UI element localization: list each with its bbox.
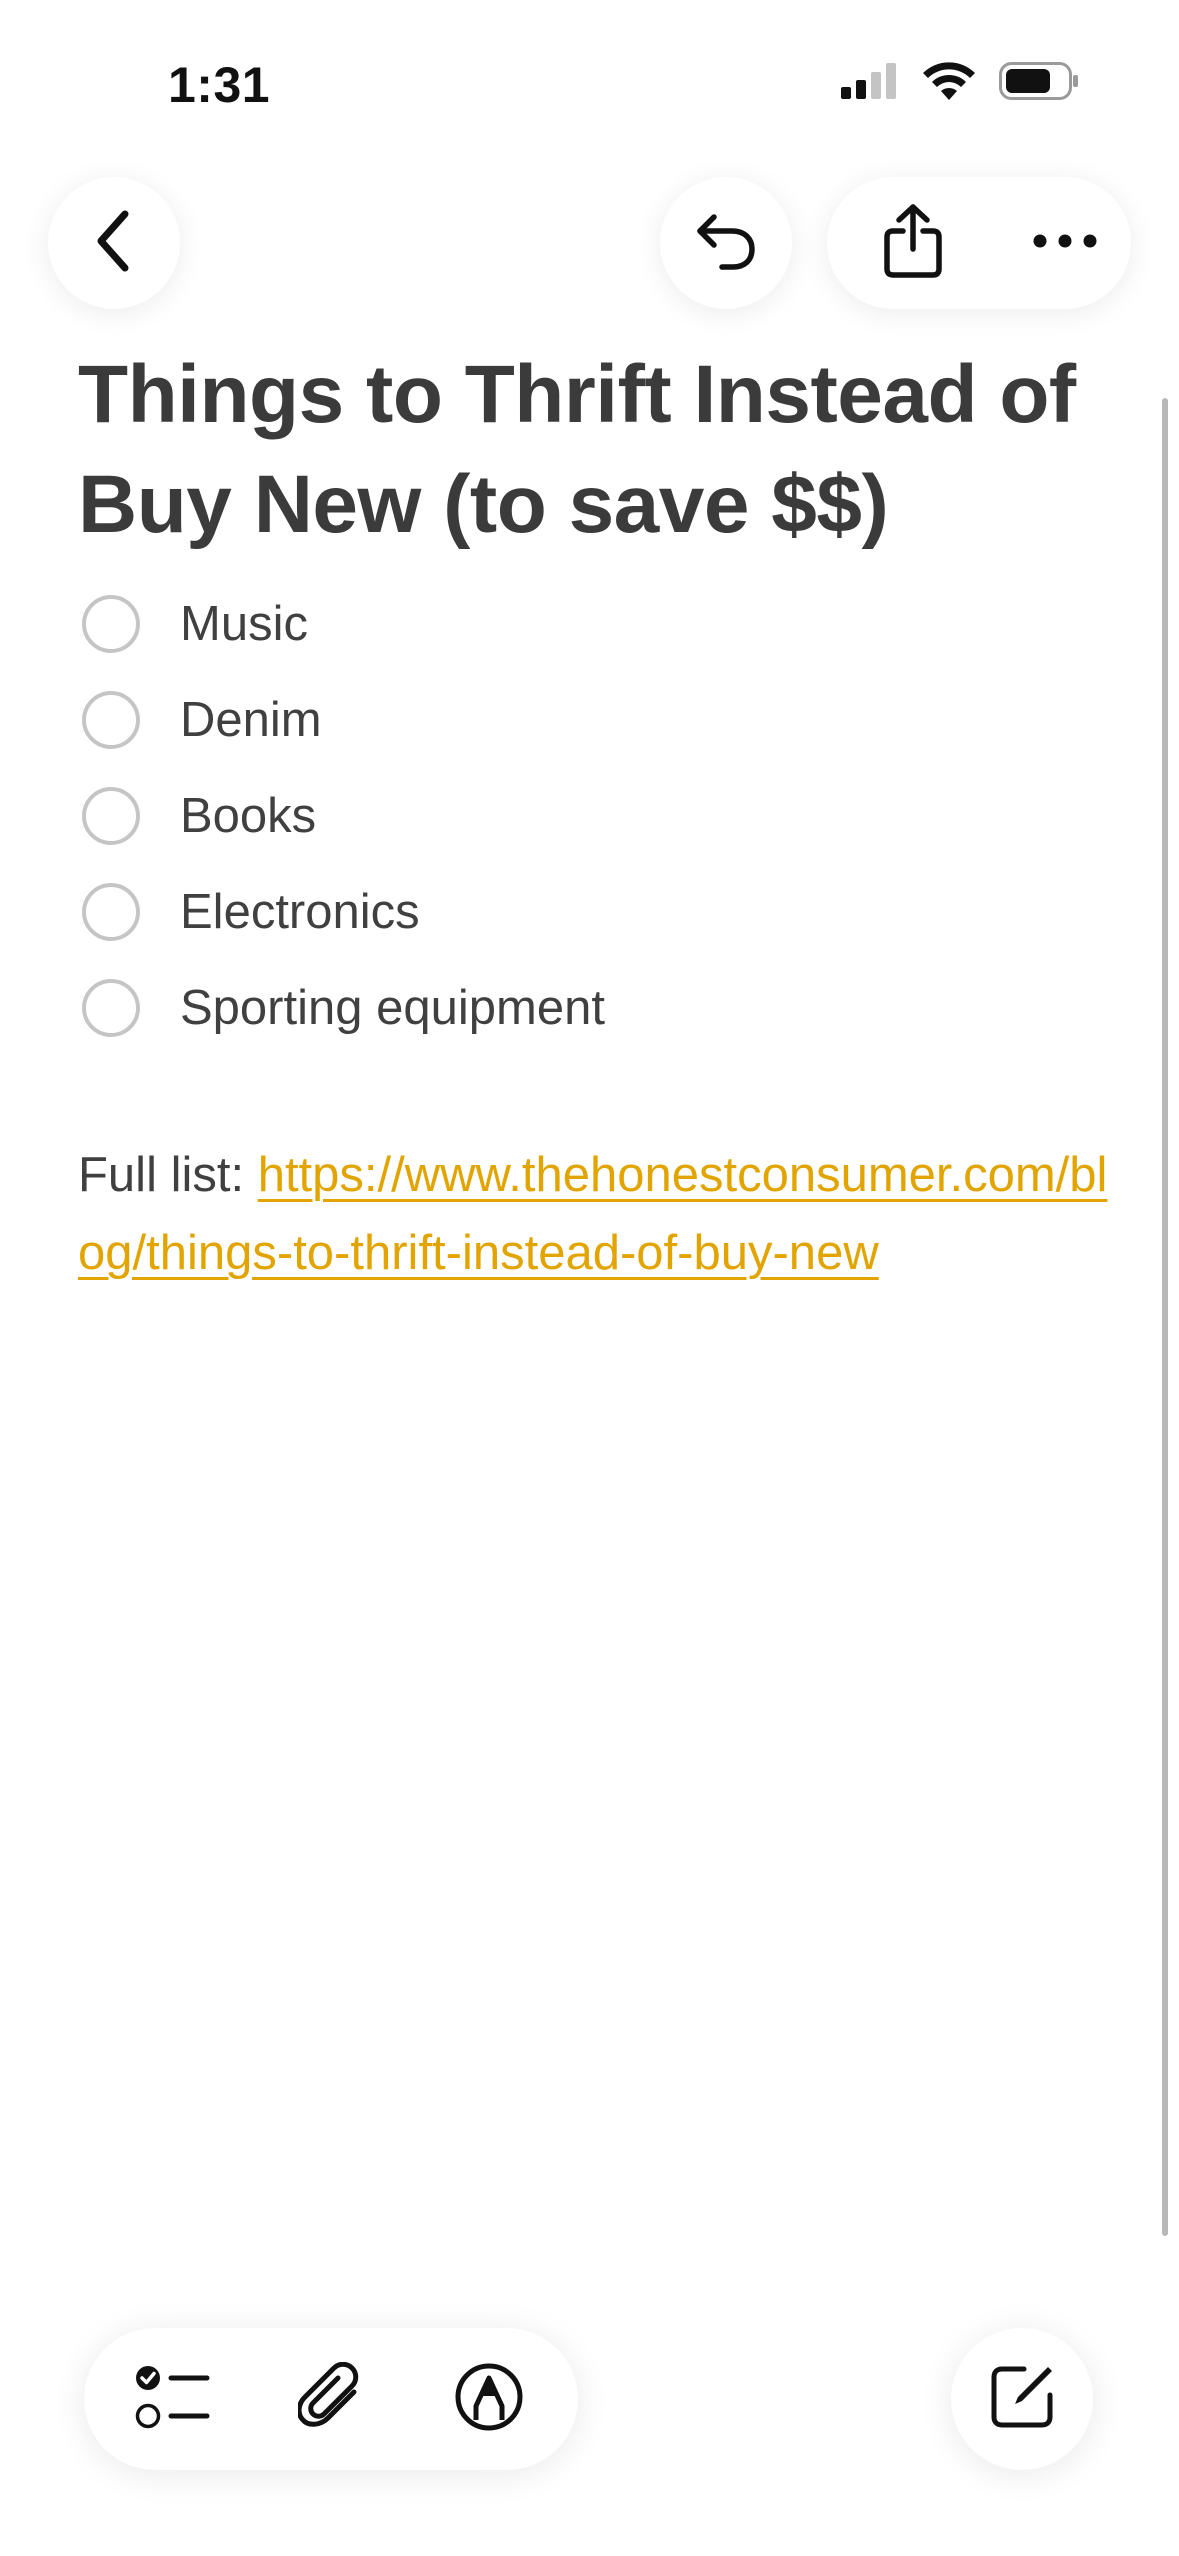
note-actions-group — [827, 177, 1131, 309]
compose-icon — [988, 2363, 1056, 2436]
status-bar: 1:31 — [0, 0, 1179, 170]
checkbox-circle-icon[interactable] — [82, 691, 140, 749]
checklist-icon — [135, 2364, 211, 2435]
ellipsis-icon — [1032, 233, 1098, 254]
checklist: Music Denim Books Electronics Sporting e… — [78, 576, 1078, 1056]
full-list-prefix: Full list: — [78, 1148, 258, 1202]
paperclip-icon — [296, 2361, 364, 2437]
checkbox-circle-icon[interactable] — [82, 595, 140, 653]
note-title[interactable]: Things to Thrift Instead of Buy New (to … — [78, 340, 1138, 560]
scroll-indicator[interactable] — [1162, 398, 1168, 2236]
checklist-item[interactable]: Electronics — [78, 864, 1078, 960]
checkbox-circle-icon[interactable] — [82, 883, 140, 941]
undo-icon — [692, 209, 760, 278]
checklist-item-label: Electronics — [180, 885, 420, 939]
share-button[interactable] — [847, 177, 979, 309]
markup-pen-icon — [454, 2362, 524, 2437]
checkbox-circle-icon[interactable] — [82, 787, 140, 845]
checklist-item-label: Books — [180, 789, 317, 843]
checklist-item-label: Sporting equipment — [180, 981, 605, 1035]
checklist-item[interactable]: Denim — [78, 672, 1078, 768]
back-button[interactable] — [48, 177, 180, 309]
battery-icon — [999, 62, 1079, 105]
full-list-paragraph: Full list: https://www.thehonestconsumer… — [78, 1136, 1118, 1292]
chevron-left-icon — [89, 206, 139, 281]
status-time: 1:31 — [168, 57, 271, 113]
checklist-item-label: Denim — [180, 693, 322, 747]
checklist-button[interactable] — [102, 2328, 244, 2470]
markup-button[interactable] — [418, 2328, 560, 2470]
bottom-toolbar — [84, 2328, 578, 2470]
checklist-item[interactable]: Books — [78, 768, 1078, 864]
checkbox-circle-icon[interactable] — [82, 979, 140, 1037]
cellular-signal-icon — [839, 63, 899, 104]
compose-button[interactable] — [951, 2328, 1093, 2470]
share-icon — [881, 203, 945, 284]
wifi-icon — [923, 62, 975, 105]
undo-button[interactable] — [660, 177, 792, 309]
attachment-button[interactable] — [260, 2328, 402, 2470]
more-button[interactable] — [999, 177, 1131, 309]
checklist-item[interactable]: Music — [78, 576, 1078, 672]
status-icons — [839, 62, 1079, 105]
checklist-item[interactable]: Sporting equipment — [78, 960, 1078, 1056]
checklist-item-label: Music — [180, 597, 308, 651]
